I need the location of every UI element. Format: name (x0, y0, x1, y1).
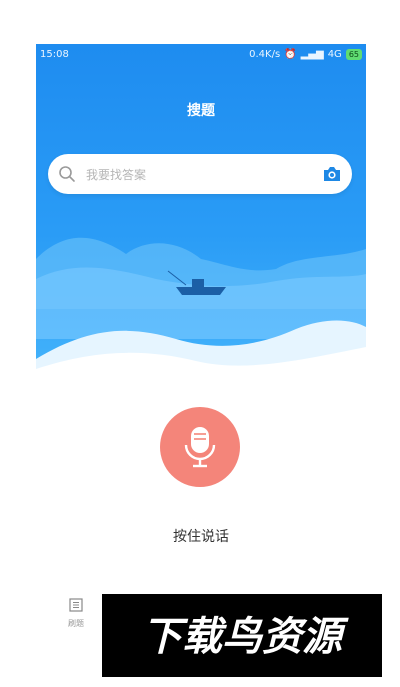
search-bar[interactable] (48, 154, 352, 194)
tab-practice[interactable]: 刷题 (61, 597, 91, 629)
list-icon (69, 598, 83, 612)
lake-scenery (36, 237, 366, 394)
watermark-graphic: 下载鸟资源 (142, 614, 349, 660)
status-bar: 15:08 0.4K/s ⏰ ▂▄▆ 4G 65 (36, 44, 366, 66)
network-speed: 0.4K/s (249, 49, 281, 60)
battery-icon: 65 (345, 49, 362, 60)
watermark-logo: 下载鸟资源 (102, 594, 382, 677)
tab-practice-label: 刷题 (68, 619, 84, 628)
phone-screen: 15:08 0.4K/s ⏰ ▂▄▆ 4G 65 搜题 我要找答案 按住说话 刷… (36, 44, 366, 687)
alarm-icon: ⏰ (284, 49, 297, 60)
voice-hint-label: 按住说话 (173, 529, 229, 545)
search-input[interactable] (84, 162, 308, 188)
svg-text:下载鸟资源: 下载鸟资源 (142, 614, 349, 660)
camera-icon[interactable] (322, 165, 342, 183)
microphone-icon (184, 427, 216, 468)
page-title: 搜题 (187, 103, 215, 119)
search-icon (59, 166, 75, 182)
status-indicators: 0.4K/s ⏰ ▂▄▆ 4G 65 (249, 49, 362, 60)
hero-banner: 15:08 0.4K/s ⏰ ▂▄▆ 4G 65 搜题 (36, 44, 366, 394)
signal-icon: ▂▄▆ (300, 49, 324, 60)
voice-record-button[interactable] (160, 407, 240, 487)
network-type: 4G (327, 49, 342, 60)
status-time: 15:08 (40, 49, 69, 60)
